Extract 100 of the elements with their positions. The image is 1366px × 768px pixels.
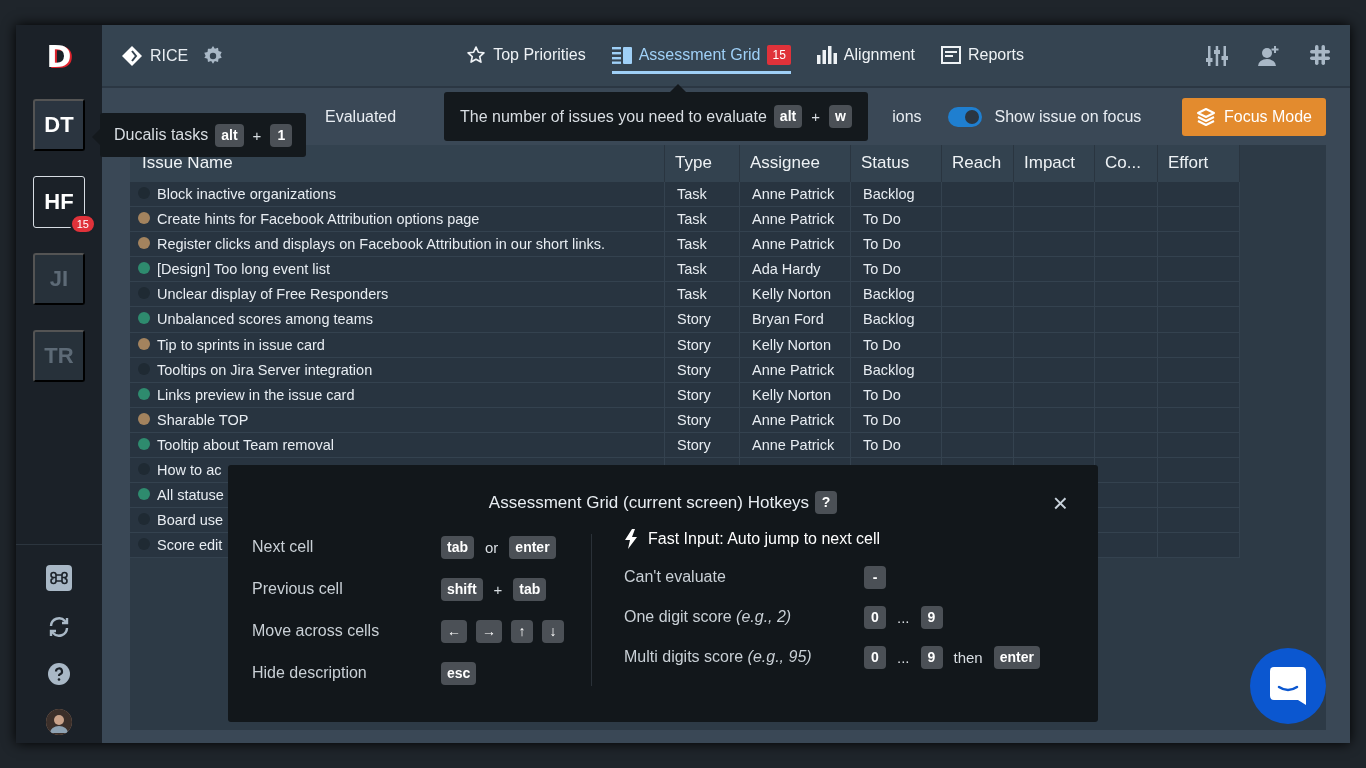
bar-chart-icon	[816, 46, 837, 64]
table-cell[interactable]: Task	[665, 182, 740, 208]
column-header[interactable]: Impact	[1014, 145, 1095, 182]
table-cell[interactable]: Kelly Norton	[740, 332, 851, 358]
table-cell[interactable]: To Do	[851, 432, 942, 459]
table-cell[interactable]: Ada Hardy	[740, 257, 851, 283]
section-title: Fast Input: Auto jump to next cell	[648, 530, 881, 548]
table-cell[interactable]: To Do	[851, 257, 942, 283]
issue-name: Score edit	[157, 537, 223, 554]
key-separator: ...	[896, 608, 911, 626]
nav-tab[interactable]: Reports	[941, 37, 1025, 74]
table-cell[interactable]: Story	[665, 382, 740, 408]
nav-tab[interactable]: Top Priorities	[466, 37, 586, 74]
table-cell[interactable]: To Do	[851, 407, 942, 433]
table-cell[interactable]: Tooltips on Jira Server integration	[130, 357, 665, 383]
table-cell[interactable]: To Do	[851, 232, 942, 258]
table-cell[interactable]: Task	[665, 282, 740, 308]
table-cell[interactable]: Register clicks and displays on Facebook Attribution in our short links.	[130, 232, 665, 258]
key-separator: +	[810, 108, 821, 125]
table-cell[interactable]: Story	[665, 357, 740, 383]
table-cell[interactable]: Tip to sprints in issue card	[130, 332, 665, 358]
issue-name: Tooltip about Team removal	[157, 436, 335, 453]
key-cap: alt	[215, 123, 244, 147]
table-cell[interactable]: Create hints for Facebook Attribution options page	[130, 207, 665, 233]
table-cell[interactable]: Task	[665, 257, 740, 283]
tooltip-text: The number of issues you need to evaluate	[460, 107, 767, 126]
key-cap: 0	[864, 605, 886, 629]
table-cell[interactable]	[1095, 483, 1158, 509]
table-cell[interactable]: To Do	[851, 332, 942, 358]
table-cell[interactable]: To Do	[851, 207, 942, 233]
help-icon[interactable]	[48, 663, 70, 685]
column-header[interactable]: Reach	[942, 145, 1014, 182]
table-cell[interactable]: Anne Patrick	[740, 432, 851, 459]
close-button[interactable]: ×	[1052, 491, 1068, 515]
issue-name: Tooltips on Jira Server integration	[157, 361, 373, 378]
column-header[interactable]: Assignee	[740, 145, 851, 182]
key-cap: tab	[513, 577, 547, 601]
table-cell[interactable]: Story	[665, 307, 740, 333]
table-cell[interactable]: Anne Patrick	[740, 357, 851, 383]
key-cap: 1	[270, 123, 293, 147]
app-logo[interactable]: D	[46, 39, 72, 74]
table-cell[interactable]: Anne Patrick	[740, 407, 851, 433]
column-header[interactable]: Effort	[1158, 145, 1240, 182]
report-icon	[941, 46, 961, 64]
key-cap: 9	[920, 645, 943, 669]
table-cell[interactable]: Anne Patrick	[740, 232, 851, 258]
workspace-button[interactable]: DT	[33, 99, 85, 151]
key-cap: ←	[441, 619, 467, 643]
key-separator: +	[492, 580, 504, 598]
table-cell[interactable]: Links preview in the issue card	[130, 382, 665, 408]
table-cell[interactable]: Anne Patrick	[740, 207, 851, 233]
key-cap: enter	[993, 645, 1040, 669]
table-cell[interactable]: Kelly Norton	[740, 282, 851, 308]
table-cell[interactable]: Bryan Ford	[740, 307, 851, 333]
key-cap: →	[476, 619, 502, 643]
key-separator: or	[484, 538, 500, 556]
table-cell[interactable]: Tooltip about Team removal	[130, 432, 665, 459]
table-cell[interactable]: Story	[665, 332, 740, 358]
table-cell[interactable]: Kelly Norton	[740, 382, 851, 408]
tooltip-text: Ducalis tasks	[114, 126, 209, 144]
table-cell[interactable]	[1095, 508, 1158, 534]
nav-tab[interactable]: Assessment Grid 15	[611, 37, 791, 74]
options-label: ions	[892, 107, 922, 126]
refresh-icon[interactable]	[47, 615, 71, 639]
key-cap: -	[864, 565, 886, 589]
table-cell[interactable]: Backlog	[851, 307, 942, 333]
table-cell[interactable]: To Do	[851, 382, 942, 408]
column-header[interactable]: Type	[665, 145, 740, 182]
sliders-icon[interactable]	[1206, 44, 1228, 67]
table-cell[interactable]: Anne Patrick	[740, 182, 851, 208]
table-cell[interactable]: Block inactive organizations	[130, 182, 665, 208]
table-cell[interactable]: Backlog	[851, 357, 942, 383]
table-cell[interactable]: Unbalanced scores among teams	[130, 307, 665, 333]
table-cell[interactable]: Unclear display of Free Responders	[130, 282, 665, 308]
command-icon[interactable]	[46, 565, 72, 591]
issue-name: Create hints for Facebook Attribution options page	[157, 211, 480, 228]
hash-icon[interactable]	[1310, 44, 1330, 65]
focus-toggle[interactable]	[947, 106, 982, 127]
count-badge: 15	[767, 45, 791, 65]
table-cell[interactable]: Backlog	[851, 282, 942, 308]
table-cell[interactable]: Sharable TOP	[130, 407, 665, 433]
table-cell[interactable]: Story	[665, 407, 740, 433]
table-cell[interactable]: Task	[665, 207, 740, 233]
hotkey-label: Previous cell	[252, 580, 344, 598]
table-cell[interactable]: [Design] Too long event list	[130, 257, 665, 283]
key-cap: shift	[441, 577, 483, 601]
table-cell[interactable]: Backlog	[851, 182, 942, 208]
table-cell[interactable]: Story	[665, 432, 740, 459]
issue-name: Block inactive organizations	[157, 186, 336, 202]
issue-name: Sharable TOP	[157, 411, 249, 428]
add-user-icon[interactable]	[1258, 44, 1280, 67]
table-cell[interactable]: Task	[665, 232, 740, 258]
issue-name: [Design] Too long event list	[157, 261, 331, 278]
table-cell[interactable]	[1095, 533, 1158, 559]
table-cell[interactable]	[1095, 458, 1158, 484]
column-header[interactable]: Co...	[1095, 145, 1158, 182]
nav-tab[interactable]: Alignment	[816, 37, 915, 74]
user-avatar[interactable]	[46, 709, 72, 735]
dialog-title: Assessment Grid (current screen) Hotkeys	[488, 492, 810, 513]
column-header[interactable]: Status	[851, 145, 942, 182]
